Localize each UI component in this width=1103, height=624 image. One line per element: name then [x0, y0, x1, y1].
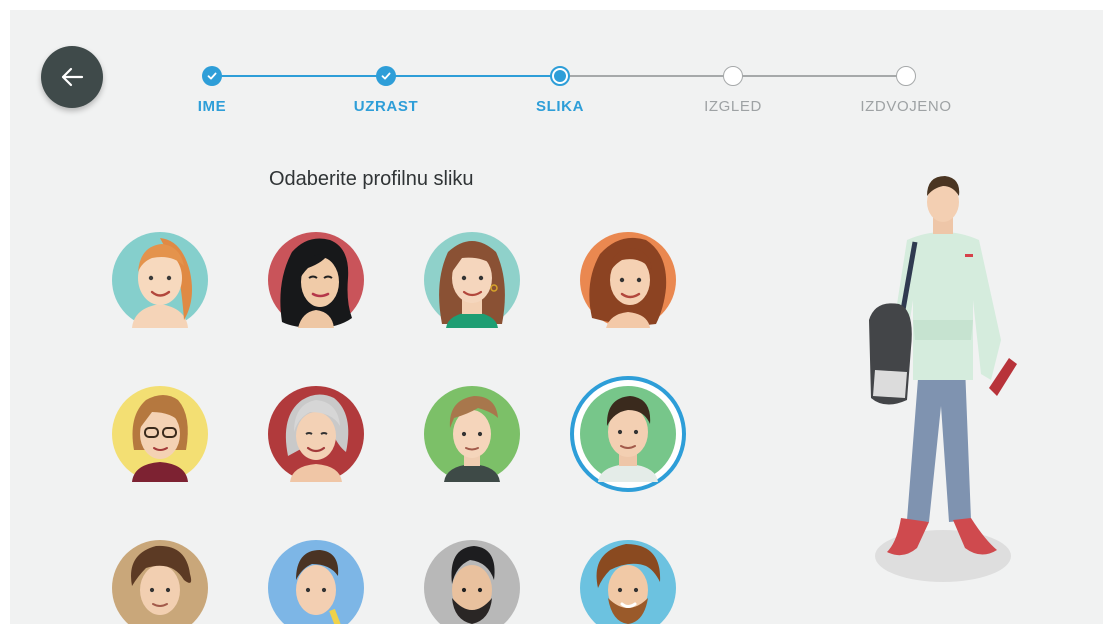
checkmark-icon — [207, 72, 217, 80]
avatar-woman-wavy-brown-hair — [580, 232, 676, 328]
current-step-dot — [554, 70, 566, 82]
avatar-woman-black-hair — [268, 232, 364, 328]
avatar-option-7[interactable] — [424, 386, 520, 482]
checkmark-icon — [381, 72, 391, 80]
step-connector — [733, 75, 906, 77]
step-slika-current-indicator[interactable] — [550, 66, 570, 86]
step-label-ime[interactable]: IME — [142, 98, 282, 115]
avatar-woman-redhead-ponytail — [112, 232, 208, 328]
avatar-man-dark-hair — [580, 386, 676, 482]
avatar-option-3[interactable] — [424, 232, 520, 328]
avatar-older-woman-grey-hair — [268, 386, 364, 482]
step-connector — [560, 75, 733, 77]
step-label-izdvojeno[interactable]: IZDVOJENO — [836, 98, 976, 115]
progress-stepper: IME UZRAST SLIKA IZGLED IZDVOJENO — [10, 10, 1103, 130]
avatar-option-1[interactable] — [112, 232, 208, 328]
avatar-man-curly-brown-hair — [112, 540, 208, 624]
step-connector — [212, 75, 388, 77]
avatar-man-beard-black-hair — [424, 540, 520, 624]
avatar-option-12[interactable] — [580, 540, 676, 624]
step-uzrast-done-indicator[interactable] — [376, 66, 396, 86]
avatar-woman-brown-hair-turtleneck — [424, 232, 520, 328]
avatar-man-short-hair — [268, 540, 364, 624]
avatar-option-4[interactable] — [580, 232, 676, 328]
step-izgled-pending-indicator[interactable] — [723, 66, 743, 86]
avatar-option-6[interactable] — [268, 386, 364, 482]
avatar-young-man-blond — [424, 386, 520, 482]
avatar-option-10[interactable] — [268, 540, 364, 624]
page-title: Odaberite profilnu sliku — [269, 168, 474, 190]
character-preview-illustration — [869, 176, 1017, 582]
avatar-option-5[interactable] — [112, 386, 208, 482]
step-ime-done-indicator[interactable] — [202, 66, 222, 86]
step-label-uzrast[interactable]: UZRAST — [316, 98, 456, 115]
avatar-woman-glasses — [112, 386, 208, 482]
step-connector — [386, 75, 562, 77]
step-izdvojeno-pending-indicator[interactable] — [896, 66, 916, 86]
step-label-izgled[interactable]: IZGLED — [663, 98, 803, 115]
profile-setup-screen: IME UZRAST SLIKA IZGLED IZDVOJENO Odaber… — [10, 10, 1103, 624]
avatar-option-2[interactable] — [268, 232, 364, 328]
step-label-slika[interactable]: SLIKA — [490, 98, 630, 115]
avatar-option-9[interactable] — [112, 540, 208, 624]
avatar-man-curly-hair-beard — [580, 540, 676, 624]
avatar-option-11[interactable] — [424, 540, 520, 624]
avatar-option-8-selected[interactable] — [570, 376, 686, 492]
